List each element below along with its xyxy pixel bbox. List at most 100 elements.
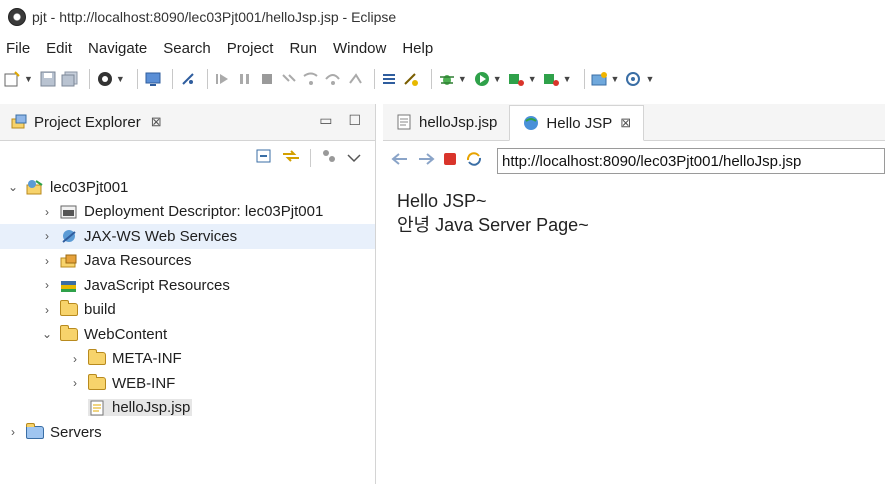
tree-item-label: META-INF	[112, 350, 182, 368]
open-type-icon[interactable]	[625, 68, 643, 90]
chevron-right-icon[interactable]: ›	[6, 425, 20, 439]
browser-toolbar	[383, 141, 885, 181]
tree-item-build[interactable]: › build	[0, 298, 375, 323]
focus-icon[interactable]	[321, 148, 337, 168]
tab-label: helloJsp.jsp	[419, 113, 498, 131]
title-bar: pjt - http://localhost:8090/lec03Pjt001/…	[0, 0, 885, 34]
step-over-icon[interactable]	[324, 68, 342, 90]
tree-item-meta-inf[interactable]: › META-INF	[0, 347, 375, 372]
menu-search[interactable]: Search	[163, 40, 211, 57]
tab-project-explorer[interactable]: Project Explorer ⊠	[10, 114, 162, 131]
chevron-down-icon[interactable]: ▼	[24, 74, 33, 84]
save-icon[interactable]	[39, 68, 57, 90]
debug-icon[interactable]	[438, 68, 456, 90]
console-icon[interactable]	[144, 68, 162, 90]
step-return-icon[interactable]	[346, 68, 364, 90]
chevron-down-icon[interactable]: ▼	[528, 74, 537, 84]
terminate-icon[interactable]	[258, 68, 276, 90]
menu-project[interactable]: Project	[227, 40, 274, 57]
collapse-all-icon[interactable]	[256, 148, 272, 168]
link-with-editor-icon[interactable]	[282, 148, 300, 168]
run-icon[interactable]	[473, 68, 491, 90]
chevron-right-icon[interactable]: ›	[40, 229, 54, 243]
url-input[interactable]	[497, 148, 885, 174]
tab-hello-jsp-browser[interactable]: Hello JSP ⊠	[509, 105, 645, 141]
chevron-down-icon[interactable]: ▼	[493, 74, 502, 84]
toolbar-separator	[310, 149, 311, 167]
tree-item-label: helloJsp.jsp	[112, 399, 191, 417]
minimize-icon[interactable]: ▭	[319, 112, 332, 129]
selected-file[interactable]: helloJsp.jsp	[88, 399, 193, 417]
chevron-down-icon[interactable]: ▼	[645, 74, 654, 84]
jsp-file-icon	[88, 400, 106, 416]
chevron-down-icon[interactable]: ▼	[458, 74, 467, 84]
chevron-right-icon[interactable]: ›	[68, 352, 82, 366]
skip-breakpoints-icon[interactable]	[179, 68, 197, 90]
toolbar-separator	[171, 69, 173, 89]
new-server-icon[interactable]	[591, 68, 609, 90]
menu-navigate[interactable]: Navigate	[88, 40, 147, 57]
coverage-icon[interactable]	[543, 68, 561, 90]
chevron-down-icon[interactable]: ⌄	[40, 327, 54, 341]
new-icon[interactable]	[4, 68, 22, 90]
debug-perspective-icon[interactable]	[96, 68, 114, 90]
close-icon[interactable]: ⊠	[620, 115, 631, 131]
suspend-icon[interactable]	[236, 68, 254, 90]
menu-file[interactable]: File	[6, 40, 30, 57]
tree-item-label: WEB-INF	[112, 374, 176, 392]
tree-item-web-inf[interactable]: › WEB-INF	[0, 371, 375, 396]
tab-label: Hello JSP	[546, 114, 613, 132]
chevron-right-icon[interactable]: ›	[40, 278, 54, 292]
tree-item-javascript-resources[interactable]: › JavaScript Resources	[0, 273, 375, 298]
chevron-down-icon[interactable]: ▼	[116, 74, 125, 84]
web-services-icon	[60, 228, 78, 244]
menu-bar: File Edit Navigate Search Project Run Wi…	[0, 34, 885, 62]
chevron-down-icon[interactable]: ▼	[611, 74, 620, 84]
view-menu-icon[interactable]	[347, 150, 361, 167]
tree-item-label: Deployment Descriptor: lec03Pjt001	[84, 203, 324, 221]
close-icon[interactable]: ⊠	[151, 114, 162, 130]
menu-help[interactable]: Help	[402, 40, 433, 57]
tree-item-hellojsp[interactable]: helloJsp.jsp	[0, 396, 375, 421]
chevron-down-icon[interactable]: ⌄	[6, 180, 20, 194]
eclipse-icon	[8, 8, 26, 26]
chevron-right-icon[interactable]: ›	[40, 254, 54, 268]
save-all-icon[interactable]	[61, 68, 79, 90]
tree-item-label: Java Resources	[84, 252, 192, 270]
disconnect-icon[interactable]	[280, 68, 298, 90]
tree-item-label: Servers	[50, 423, 102, 441]
menu-window[interactable]: Window	[333, 40, 386, 57]
javascript-resources-icon	[60, 277, 78, 293]
menu-edit[interactable]: Edit	[46, 40, 72, 57]
tree-item-java-resources[interactable]: › Java Resources	[0, 249, 375, 274]
tree-item-label: JAX-WS Web Services	[84, 227, 238, 245]
forward-icon[interactable]	[417, 152, 435, 171]
stop-icon[interactable]	[443, 152, 457, 171]
tree-item-deployment-descriptor[interactable]: › Deployment Descriptor: lec03Pjt001	[0, 200, 375, 225]
toolbar-separator	[88, 69, 90, 89]
run-external-tool-icon[interactable]	[508, 68, 526, 90]
web-project-icon	[26, 179, 44, 195]
use-step-filters-icon[interactable]	[381, 68, 399, 90]
chevron-right-icon[interactable]: ›	[40, 303, 54, 317]
chevron-right-icon[interactable]: ›	[40, 205, 54, 219]
tree-item-servers[interactable]: › Servers	[0, 420, 375, 445]
maximize-icon[interactable]: ☐	[348, 112, 361, 129]
project-explorer-panel: Project Explorer ⊠ ▭ ☐ ⌄ lec03Pjt001 › D…	[0, 104, 376, 484]
toolbar-separator	[373, 69, 375, 89]
back-icon[interactable]	[391, 152, 409, 171]
tab-label: Project Explorer	[34, 113, 141, 131]
chevron-right-icon[interactable]: ›	[68, 376, 82, 390]
resume-icon[interactable]	[214, 68, 232, 90]
menu-run[interactable]: Run	[289, 40, 317, 57]
chevron-down-icon[interactable]: ▼	[563, 74, 572, 84]
refresh-icon[interactable]	[465, 151, 483, 172]
editor-tabs: helloJsp.jsp Hello JSP ⊠	[383, 104, 885, 141]
step-into-icon[interactable]	[302, 68, 320, 90]
tree-item-webcontent[interactable]: ⌄ WebContent	[0, 322, 375, 347]
tree-item-jax-ws[interactable]: › JAX-WS Web Services	[0, 224, 375, 249]
run-last-tool-icon[interactable]	[403, 68, 421, 90]
tab-hellojsp-source[interactable]: helloJsp.jsp	[383, 104, 509, 140]
tree-item-project[interactable]: ⌄ lec03Pjt001	[0, 175, 375, 200]
tree-item-label: JavaScript Resources	[84, 276, 230, 294]
